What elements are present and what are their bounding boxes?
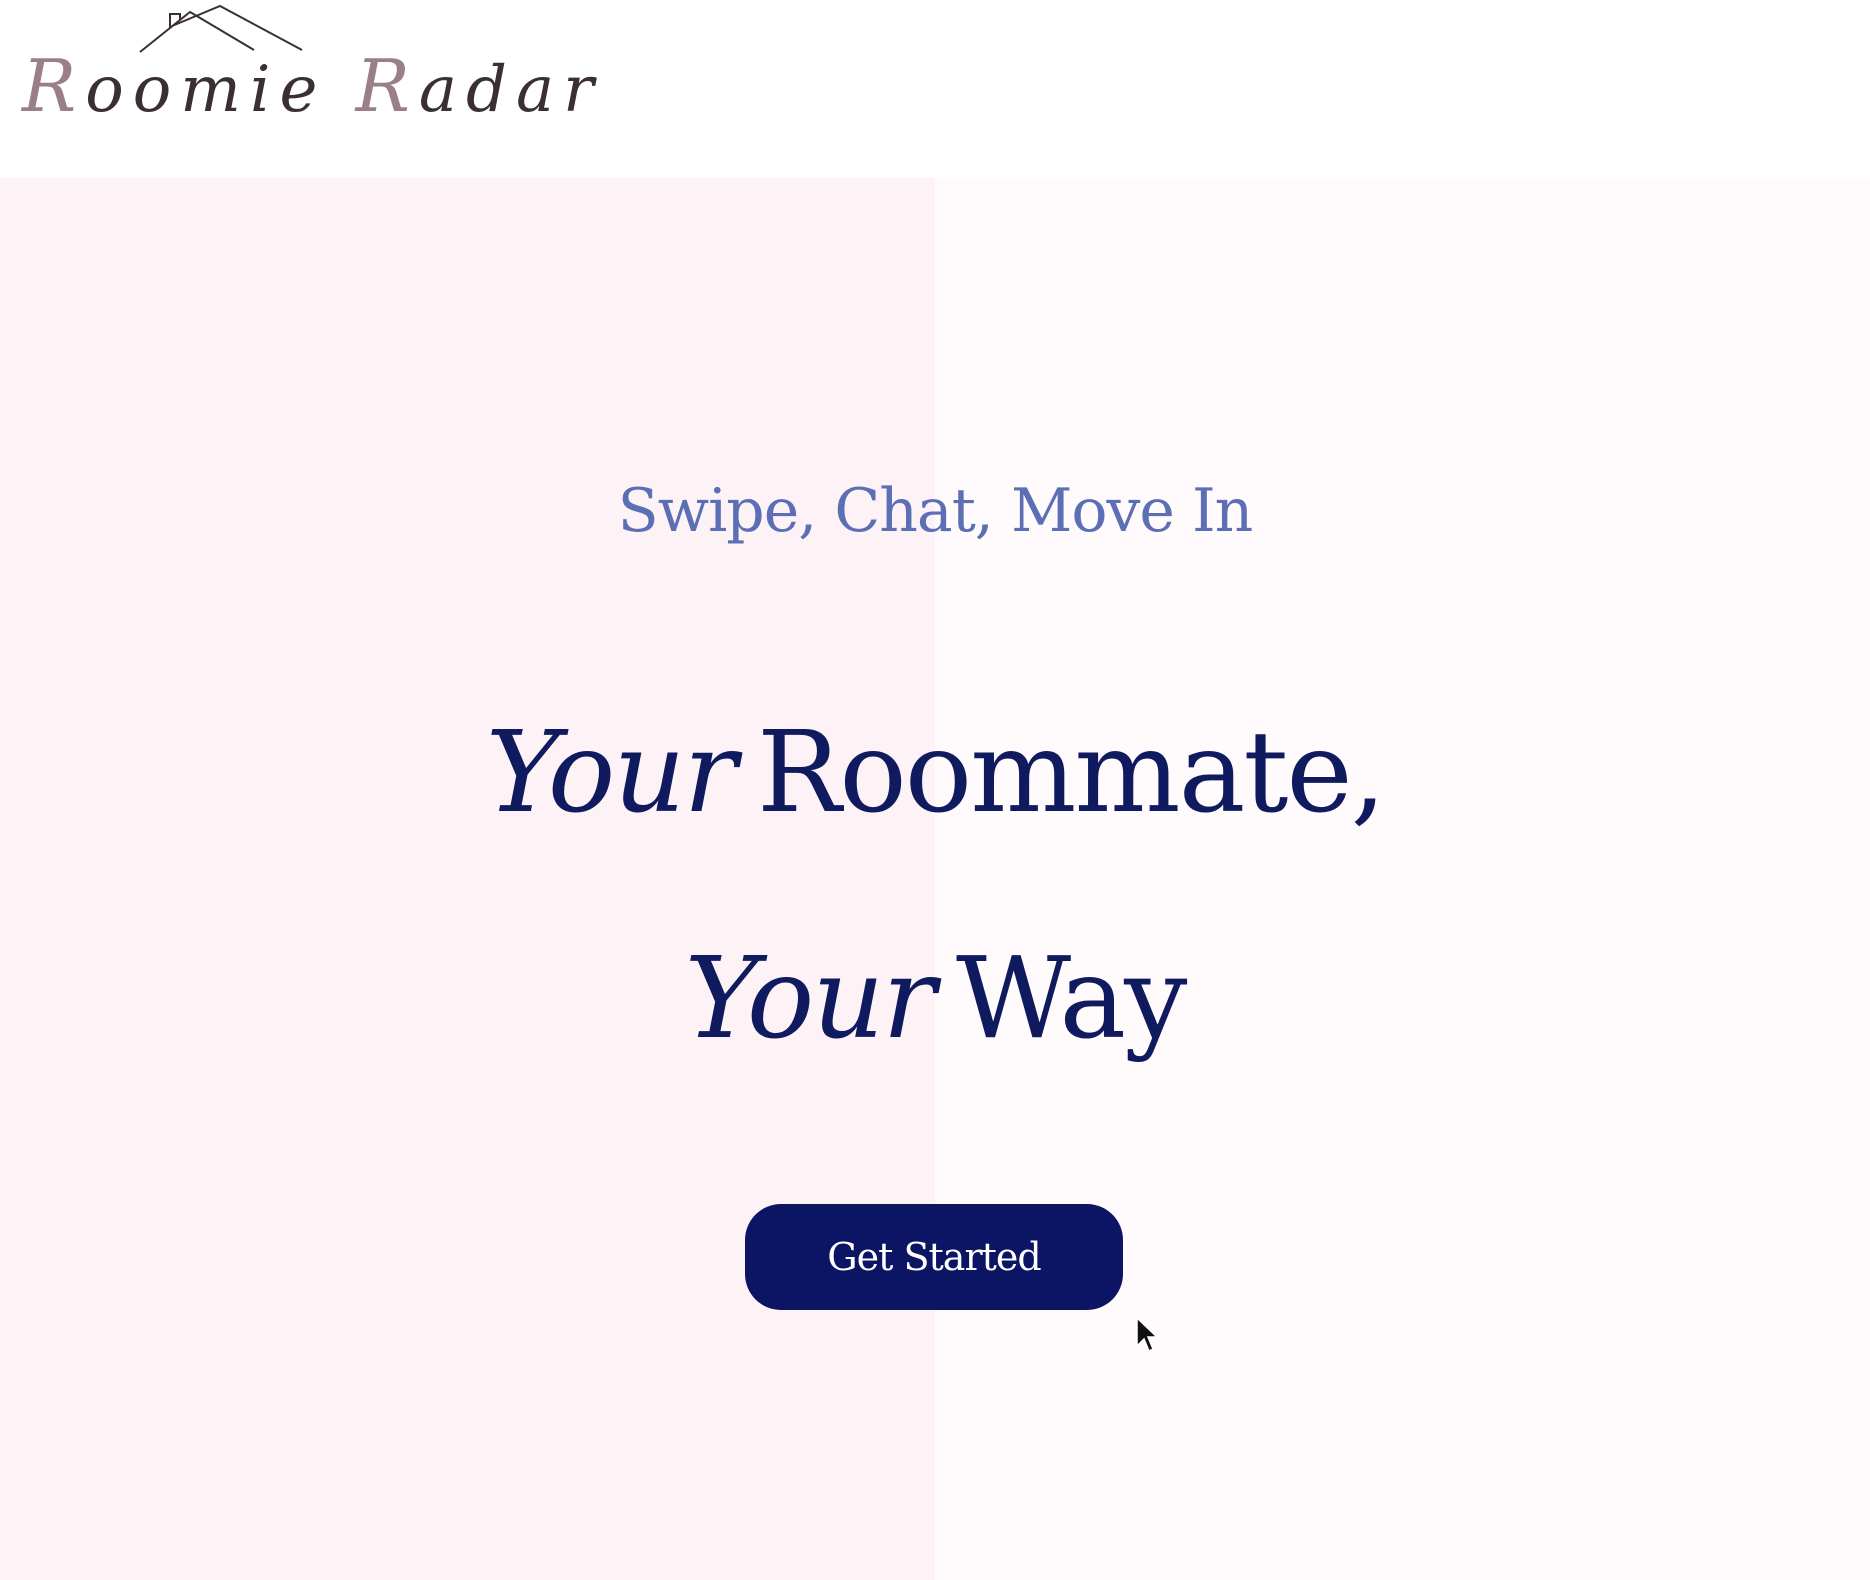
headline-1-regular: Roommate, [757,708,1386,838]
logo[interactable]: Roomie Radar [22,0,594,140]
site-header: Roomie Radar [0,0,1870,178]
headline-1-italic: Your [485,708,737,838]
hero-left-panel [0,178,935,1580]
headline-line-1: Your Roommate, [0,708,1870,838]
logo-word1-rest: oomie [85,53,327,127]
headline-2-regular: Way [955,934,1187,1064]
logo-cap-r1: R [22,44,86,128]
logo-text: Roomie Radar [22,44,603,128]
headline-line-2: Your Way [0,934,1870,1064]
get-started-button[interactable]: Get Started [745,1204,1123,1310]
hero-tagline: Swipe, Chat, Move In [617,476,1254,546]
landing-page: Roomie Radar Swipe, Chat, Move In Your Ro… [0,0,1870,1580]
hero-section: Swipe, Chat, Move In Your Roommate, Your W… [0,178,1870,1580]
logo-cap-r2: R [355,44,419,128]
headline-2-italic: Your [684,934,936,1064]
logo-word2-rest: adar [418,53,603,127]
mouse-pointer-icon [1136,1316,1159,1353]
